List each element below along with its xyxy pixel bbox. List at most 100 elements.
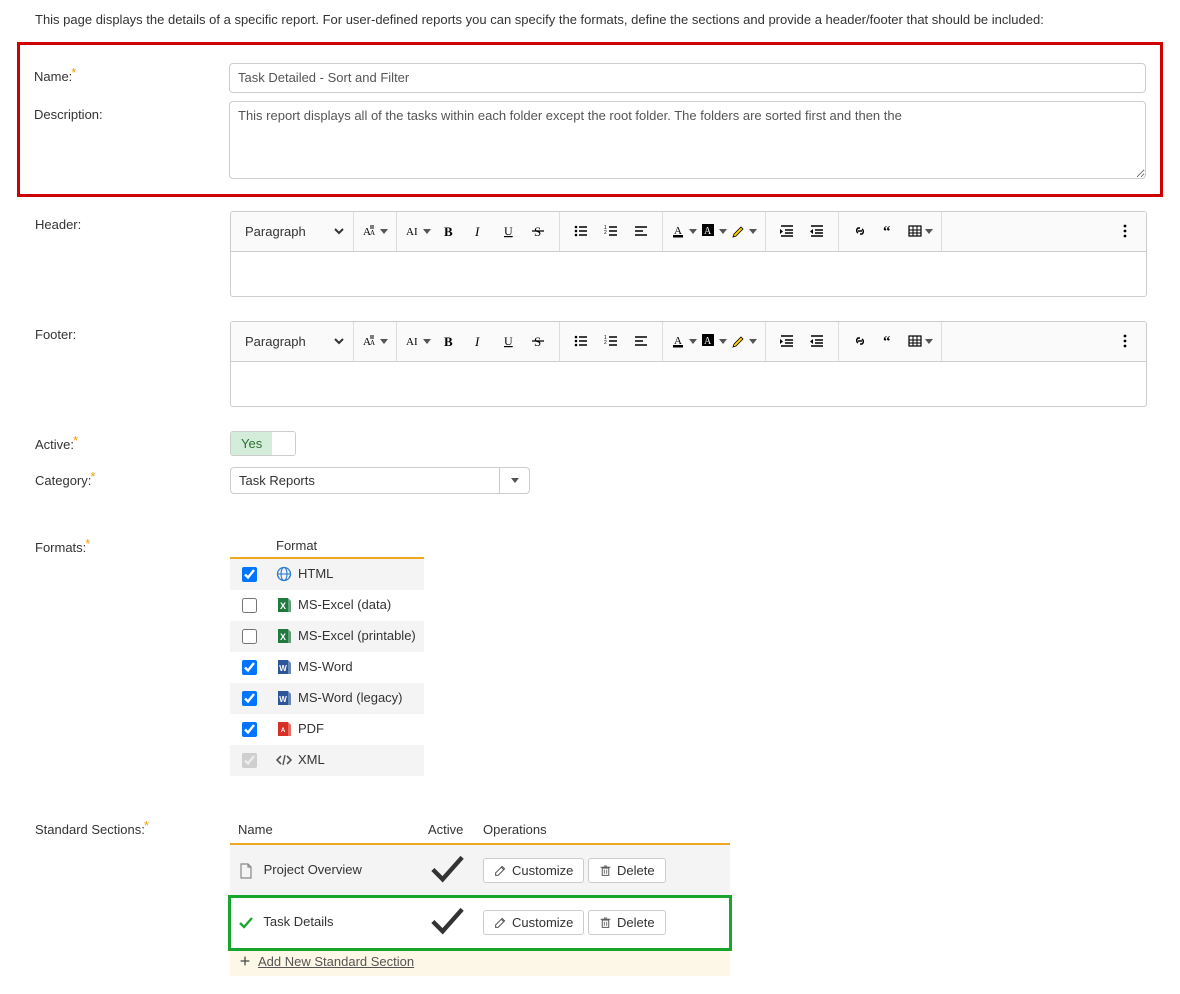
category-select[interactable]: Task Reports xyxy=(230,467,530,494)
background-color-button[interactable]: A xyxy=(700,217,728,245)
format-label: PDF xyxy=(298,721,324,736)
name-input[interactable] xyxy=(229,63,1146,93)
font-size-button[interactable]: AA xyxy=(361,217,389,245)
align-button[interactable] xyxy=(627,327,655,355)
highlight-button[interactable] xyxy=(730,327,758,355)
table-button[interactable] xyxy=(906,217,934,245)
name-label: Name:* xyxy=(34,63,229,84)
bullet-list-button[interactable] xyxy=(567,217,595,245)
check-icon xyxy=(238,915,254,931)
description-textarea[interactable]: This report displays all of the tasks wi… xyxy=(229,101,1146,179)
format-checkbox[interactable] xyxy=(242,567,257,582)
excel-icon: X xyxy=(276,597,292,613)
section-row: Task Details Customize Delete xyxy=(230,897,730,949)
bold-button[interactable]: B xyxy=(434,217,462,245)
link-button[interactable] xyxy=(846,327,874,355)
category-dropdown-button[interactable] xyxy=(500,467,530,494)
active-check-icon xyxy=(428,877,467,892)
highlight-button[interactable] xyxy=(730,217,758,245)
font-color-button[interactable]: A xyxy=(670,327,698,355)
format-checkbox[interactable] xyxy=(242,660,257,675)
decrease-indent-button[interactable] xyxy=(803,217,831,245)
increase-indent-button[interactable] xyxy=(773,327,801,355)
svg-text:“: “ xyxy=(883,334,891,349)
plus-icon xyxy=(238,954,252,968)
blockquote-button[interactable]: “ xyxy=(876,217,904,245)
format-label: XML xyxy=(298,752,325,767)
active-check-icon xyxy=(428,929,467,944)
formats-header: Format xyxy=(268,534,424,558)
svg-text:U: U xyxy=(504,334,513,348)
format-checkbox[interactable] xyxy=(242,598,257,613)
italic-button[interactable]: I xyxy=(464,217,492,245)
format-row: A PDF xyxy=(230,714,424,745)
format-row: X MS-Excel (data) xyxy=(230,590,424,621)
svg-text:A: A xyxy=(406,226,414,238)
font-color-button[interactable]: A xyxy=(670,217,698,245)
link-button[interactable] xyxy=(846,217,874,245)
required-highlight-box: Name:* Description: This report displays… xyxy=(17,42,1163,197)
format-row: XMS-Excel (printable) xyxy=(230,621,424,652)
svg-text:W: W xyxy=(279,695,287,704)
blockquote-button[interactable]: “ xyxy=(876,327,904,355)
chevron-down-icon xyxy=(689,229,697,234)
underline-button[interactable]: U xyxy=(494,327,522,355)
format-checkbox[interactable] xyxy=(242,722,257,737)
footer-editor-body[interactable] xyxy=(231,362,1146,406)
footer-toolbar: Paragraph AA AIBI US 12 AA “ xyxy=(231,322,1146,362)
format-checkbox[interactable] xyxy=(242,691,257,706)
font-size-button[interactable]: AA xyxy=(361,327,389,355)
format-row: WMS-Word xyxy=(230,652,424,683)
change-case-button[interactable]: AI xyxy=(404,217,432,245)
customize-button[interactable]: Customize xyxy=(483,858,584,883)
chevron-down-icon xyxy=(423,339,431,344)
strikethrough-button[interactable]: S xyxy=(524,327,552,355)
paragraph-select[interactable]: Paragraph xyxy=(237,221,347,242)
section-name: Task Details xyxy=(263,914,333,929)
more-button[interactable] xyxy=(1111,327,1139,355)
align-button[interactable] xyxy=(627,217,655,245)
bold-button[interactable]: B xyxy=(434,327,462,355)
svg-text:A: A xyxy=(281,728,286,734)
numbered-list-button[interactable]: 12 xyxy=(597,217,625,245)
word-icon: W xyxy=(276,659,292,675)
increase-indent-button[interactable] xyxy=(773,217,801,245)
header-editor: ParagraphAAAIBIUS12AA“ xyxy=(230,211,1147,297)
active-toggle[interactable]: Yes xyxy=(230,431,296,456)
numbered-list-button[interactable]: 12 xyxy=(597,327,625,355)
strikethrough-button[interactable]: S xyxy=(524,217,552,245)
decrease-indent-button[interactable] xyxy=(803,327,831,355)
chevron-down-icon xyxy=(925,339,933,344)
format-label: MS-Excel (printable) xyxy=(298,628,416,643)
delete-button[interactable]: Delete xyxy=(588,858,666,883)
chevron-down-icon xyxy=(380,339,388,344)
add-section-link[interactable]: Add New Standard Section xyxy=(238,954,414,969)
change-case-button[interactable]: AI xyxy=(404,327,432,355)
underline-button[interactable]: U xyxy=(494,217,522,245)
code-icon xyxy=(276,752,292,768)
active-toggle-off xyxy=(272,432,295,455)
active-toggle-yes: Yes xyxy=(231,432,272,455)
header-editor-body[interactable] xyxy=(231,252,1146,296)
table-button[interactable] xyxy=(906,327,934,355)
formats-label: Formats:* xyxy=(35,534,230,555)
svg-text:2: 2 xyxy=(604,340,607,346)
svg-text:2: 2 xyxy=(604,230,607,236)
sections-table: Name Active Operations Project OverviewC… xyxy=(230,816,730,977)
svg-text:I: I xyxy=(474,334,480,349)
italic-button[interactable]: I xyxy=(464,327,492,355)
bullet-list-button[interactable] xyxy=(567,327,595,355)
sections-col-name: Name xyxy=(230,816,420,844)
paragraph-select[interactable]: Paragraph xyxy=(237,331,347,352)
globe-icon xyxy=(276,566,292,582)
chevron-down-icon xyxy=(749,339,757,344)
format-checkbox[interactable] xyxy=(242,629,257,644)
sections-col-active: Active xyxy=(420,816,475,844)
more-button[interactable] xyxy=(1111,217,1139,245)
customize-button[interactable]: Customize xyxy=(483,910,584,935)
formats-table: Format HTML X MS-Excel (data) XMS-Excel (pr… xyxy=(230,534,424,776)
background-color-button[interactable]: A xyxy=(700,327,728,355)
format-label: MS-Excel (data) xyxy=(298,597,391,612)
delete-button[interactable]: Delete xyxy=(588,910,666,935)
format-label: HTML xyxy=(298,566,333,581)
